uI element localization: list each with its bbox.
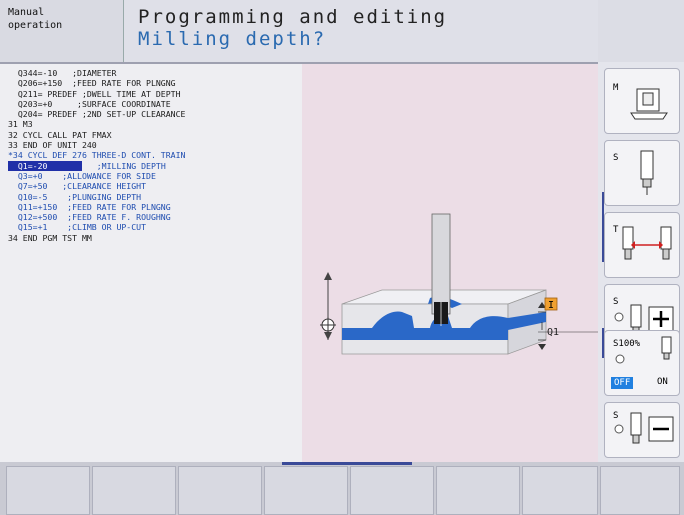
program-line[interactable]: Q11=+150 ;FEED RATE FOR PLNGNG	[8, 202, 294, 212]
softkey-7[interactable]	[522, 466, 598, 515]
tool-softkey[interactable]: T	[604, 212, 680, 278]
on-toggle[interactable]: ON	[657, 377, 668, 387]
program-line[interactable]: *34 CYCL DEF 276 THREE-D CONT. TRAIN	[8, 150, 294, 160]
program-line[interactable]: 31 M3	[8, 119, 294, 129]
spindle-small-icon	[661, 336, 672, 360]
s100-label: S100%	[613, 339, 641, 349]
spindle-minus-softkey[interactable]: S	[604, 402, 680, 458]
page-title: Programming and editing	[138, 6, 448, 28]
softkey-4[interactable]	[264, 466, 348, 515]
spindle-override-softkey[interactable]: S100% OFF ON	[604, 330, 680, 396]
axis-arrow-head	[324, 272, 332, 280]
program-line[interactable]: Q204= PREDEF ;2ND SET-UP CLEARANCE	[8, 109, 294, 119]
vertical-softkey-bar: M S T S S100% OFF ON S	[598, 62, 684, 462]
axis-arrow-head-bottom	[324, 332, 332, 340]
t-label: T	[613, 225, 619, 235]
mode-line-2: operation	[8, 20, 63, 31]
program-line[interactable]: Q203=+0 ;SURFACE COORDINATE	[8, 99, 294, 109]
program-line[interactable]: Q1=-20 ;MILLING DEPTH	[8, 160, 294, 171]
softkey-6[interactable]	[436, 466, 520, 515]
spindle-icon	[640, 150, 654, 195]
off-toggle[interactable]: OFF	[611, 377, 634, 389]
milling-tool-shank	[431, 213, 451, 315]
header-right-blank	[598, 0, 684, 62]
program-line[interactable]: Q211= PREDEF ;DWELL TIME AT DEPTH	[8, 89, 294, 99]
marker-label: I	[548, 300, 554, 311]
softkey-page-indicator	[282, 462, 412, 465]
m-label: M	[613, 83, 619, 93]
program-listing[interactable]: Q344=-10 ;DIAMETER Q206=+150 ;FEED RATE …	[0, 62, 302, 462]
help-graphic: I Q1	[302, 62, 598, 462]
m-function-softkey[interactable]: M	[604, 68, 680, 134]
horizontal-softkey-bar	[0, 462, 684, 515]
program-line[interactable]: 32 CYCL CALL PAT FMAX	[8, 130, 294, 140]
softkey-2[interactable]	[92, 466, 176, 515]
program-line[interactable]: 34 END PGM TST MM	[8, 233, 294, 243]
program-line[interactable]: 33 END OF UNIT 240	[8, 140, 294, 150]
q1-dimension-label: Q1	[547, 327, 559, 338]
program-line[interactable]: Q344=-10 ;DIAMETER	[8, 68, 294, 78]
program-line[interactable]: Q7=+50 ;CLEARANCE HEIGHT	[8, 181, 294, 191]
tool-change-icon	[622, 226, 672, 260]
cursor-field[interactable]: Q1=-20	[8, 160, 48, 171]
input-cursor	[47, 160, 82, 171]
softkey-3[interactable]	[178, 466, 262, 515]
operating-mode-panel: Manual operation	[0, 0, 124, 62]
machine-table-icon	[630, 88, 668, 120]
program-line[interactable]: Q3=+0 ;ALLOWANCE FOR SIDE	[8, 171, 294, 181]
program-line[interactable]: Q12=+500 ;FEED RATE F. ROUGHNG	[8, 212, 294, 222]
program-line[interactable]: Q10=-5 ;PLUNGING DEPTH	[8, 192, 294, 202]
softkey-8[interactable]	[600, 466, 680, 515]
s-label: S	[613, 153, 619, 163]
mode-line-1: Manual	[8, 7, 45, 18]
dialog-prompt: Milling depth?	[138, 28, 327, 50]
title-panel: Programming and editing Milling depth?	[124, 0, 598, 62]
program-line[interactable]: Q15=+1 ;CLIMB OR UP-CUT	[8, 222, 294, 232]
spindle-minus-icon	[614, 412, 674, 444]
rotation-icon	[615, 354, 625, 364]
program-line[interactable]: Q206=+150 ;FEED RATE FOR PLNGNG	[8, 78, 294, 88]
softkey-1[interactable]	[6, 466, 90, 515]
spindle-softkey[interactable]: S	[604, 140, 680, 206]
milling-depth-illustration: I Q1	[320, 213, 598, 355]
line-comment: ;MILLING DEPTH	[81, 160, 166, 171]
softkey-5[interactable]	[350, 466, 434, 515]
